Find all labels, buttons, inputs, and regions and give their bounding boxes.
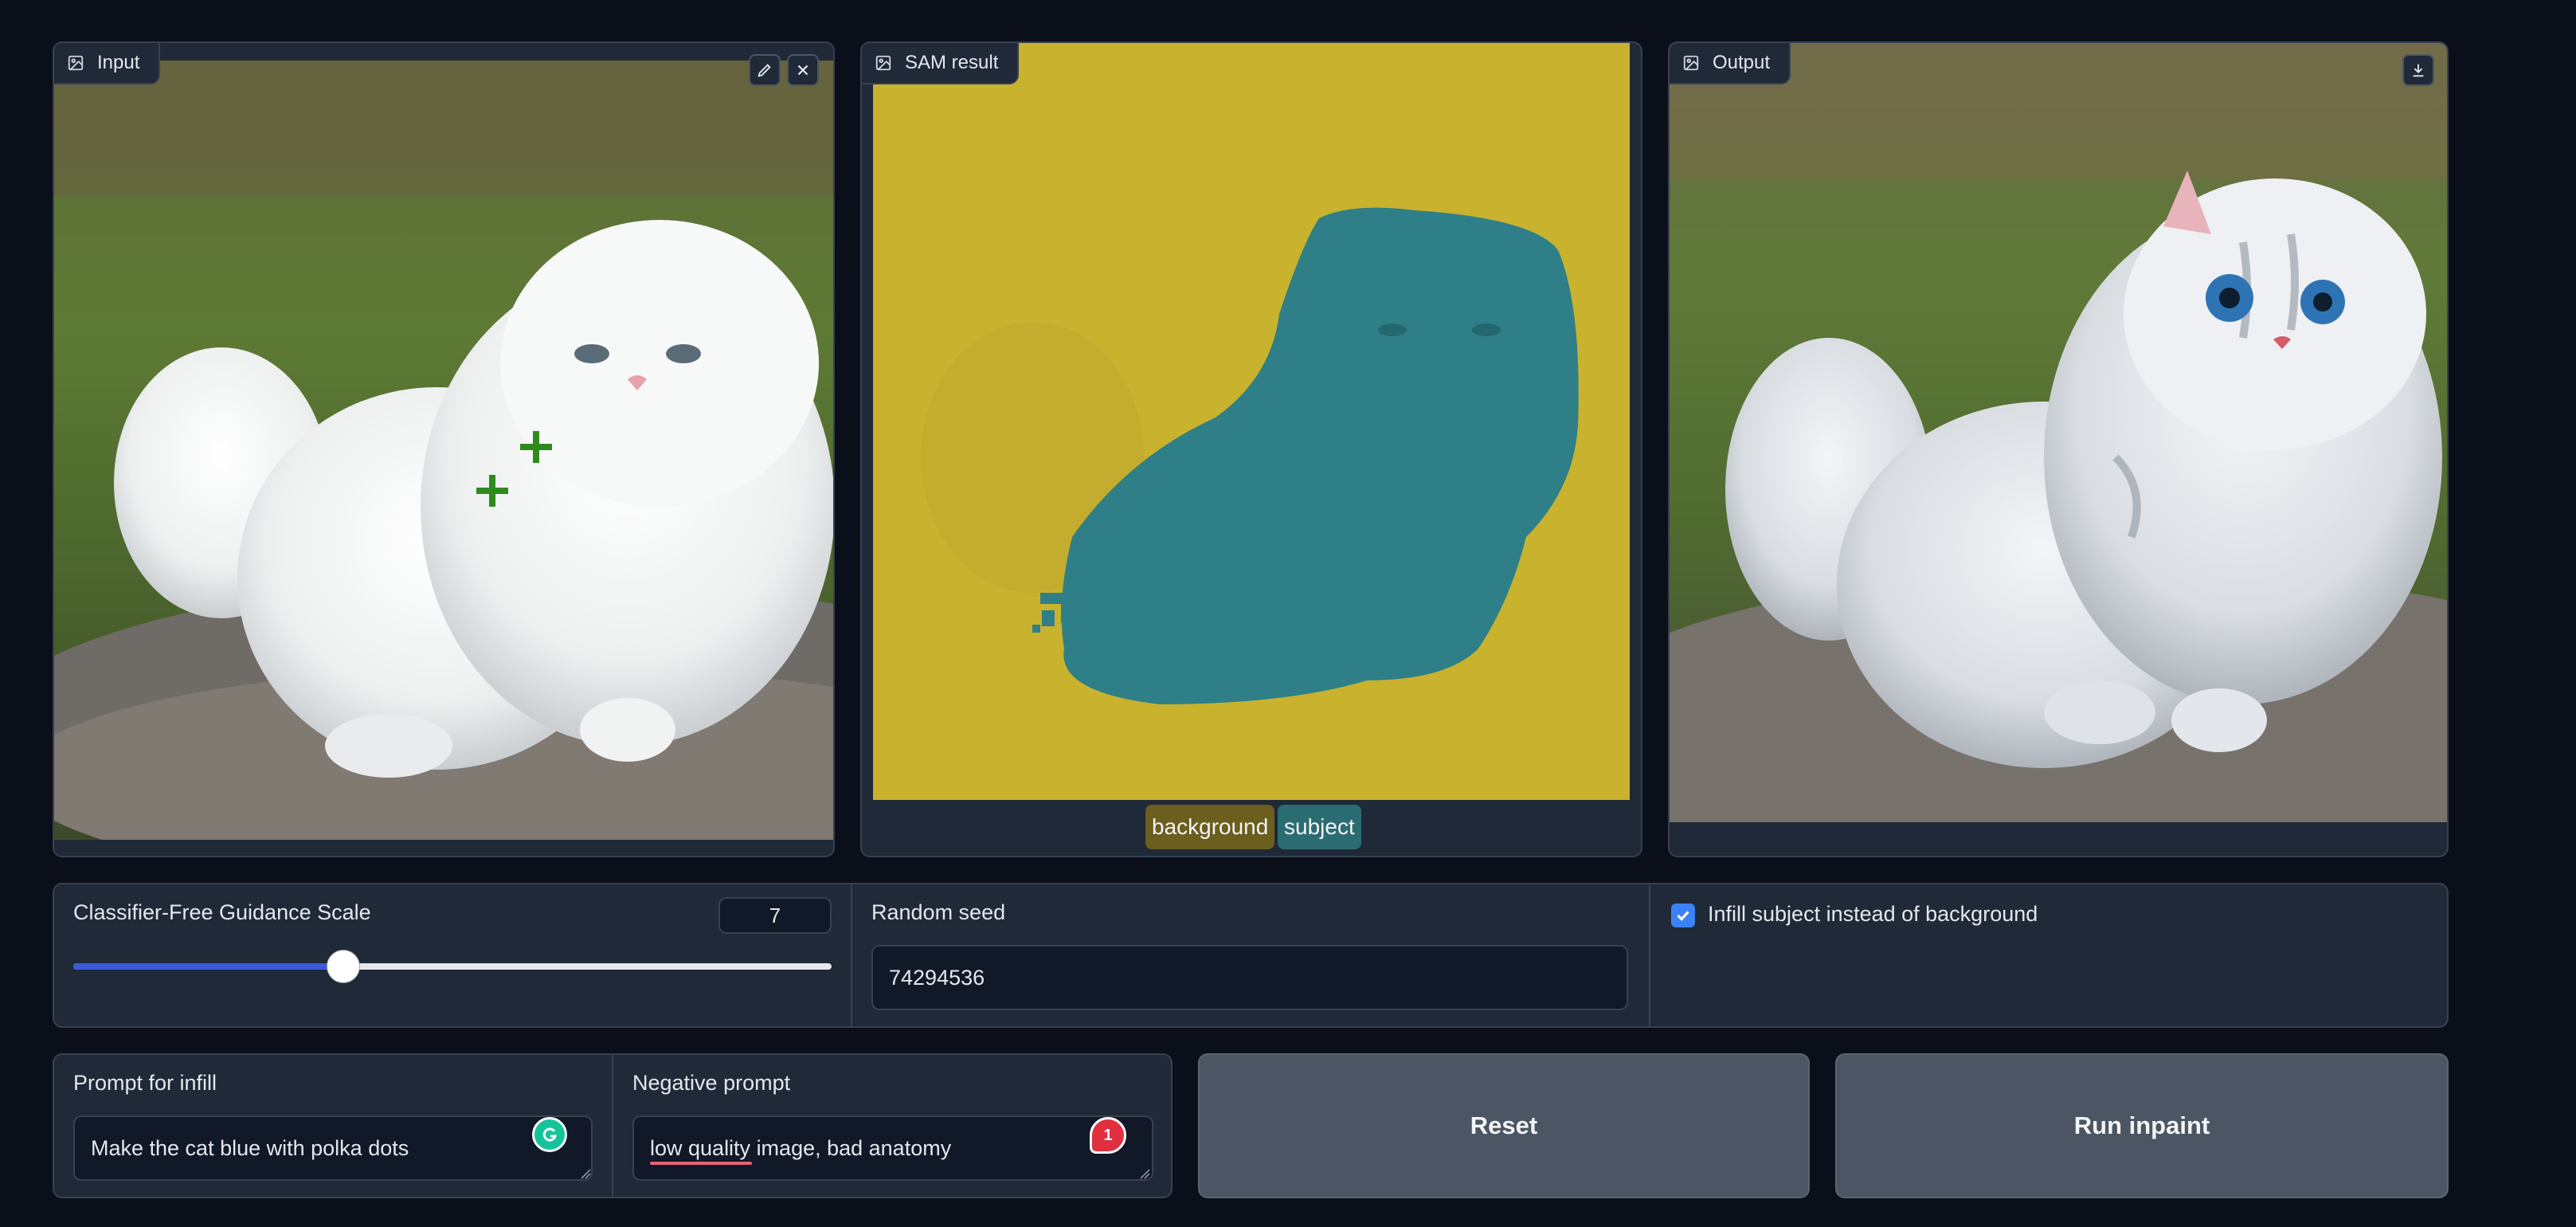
controls-panel: Classifier-Free Guidance Scale 7 Random … <box>53 883 2449 1028</box>
cfg-number-input[interactable]: 7 <box>718 897 832 934</box>
sam-result-label: SAM result <box>862 43 1020 84</box>
seed-input[interactable]: 74294536 <box>871 945 1628 1010</box>
download-icon <box>2413 64 2424 77</box>
output-label-text: Output <box>1713 52 1771 73</box>
edit-button[interactable] <box>749 54 781 86</box>
prompt-textarea[interactable]: Make the cat blue with polka dots <box>73 1115 593 1181</box>
prompts-divider <box>612 1055 613 1197</box>
close-icon <box>797 65 808 76</box>
input-image-panel: Input <box>53 41 835 857</box>
legend-background: background <box>1145 805 1275 849</box>
legend-subject: subject <box>1278 805 1361 849</box>
grammarly-alert-count: 1 <box>1103 1126 1113 1144</box>
prompt-label: Prompt for infill <box>73 1071 217 1095</box>
grammarly-icon[interactable] <box>532 1117 567 1152</box>
image-icon <box>68 55 84 71</box>
checkmark-icon <box>1677 911 1689 921</box>
run-inpaint-button[interactable]: Run inpaint <box>1835 1053 2449 1198</box>
sam-result-panel: SAM result background subject <box>860 41 1642 857</box>
controls-divider-1 <box>851 884 852 1026</box>
controls-divider-2 <box>1649 884 1650 1026</box>
output-panel: Output <box>1668 41 2449 857</box>
input-label-text: Input <box>97 52 140 73</box>
clear-button[interactable] <box>787 54 819 86</box>
cfg-slider[interactable] <box>73 950 832 985</box>
grammarly-alert-icon[interactable]: 1 <box>1090 1117 1126 1154</box>
output-label: Output <box>1670 43 1791 84</box>
negative-prompt-textarea[interactable]: low quality image, bad anatomy <box>632 1115 1153 1181</box>
input-image[interactable] <box>54 61 833 840</box>
infill-label[interactable]: Infill subject instead of background <box>1708 902 2038 927</box>
output-image <box>1670 43 2447 822</box>
prompt-text: Make the cat blue with polka dots <box>91 1135 409 1160</box>
sam-result-image <box>873 43 1630 800</box>
prompts-panel: Prompt for infill Make the cat blue with… <box>53 1053 1173 1198</box>
pencil-icon <box>758 64 771 77</box>
input-label: Input <box>54 43 161 84</box>
reset-button[interactable]: Reset <box>1198 1053 1810 1198</box>
seed-label: Random seed <box>871 900 1006 924</box>
cfg-slider-thumb[interactable] <box>326 950 360 983</box>
negative-prompt-resize-grip[interactable] <box>1139 1168 1150 1179</box>
prompt-resize-grip[interactable] <box>580 1168 591 1179</box>
download-button[interactable] <box>2402 54 2434 86</box>
sam-result-label-text: SAM result <box>905 52 999 73</box>
negative-prompt-text: low quality image, bad anatomy <box>650 1135 952 1160</box>
negative-prompt-label: Negative prompt <box>632 1071 791 1095</box>
spell-underline <box>650 1162 752 1165</box>
image-icon <box>1683 55 1699 71</box>
infill-checkbox[interactable] <box>1671 904 1695 927</box>
cfg-label: Classifier-Free Guidance Scale <box>73 900 371 924</box>
cfg-slider-fill <box>73 963 343 970</box>
image-icon <box>875 55 891 71</box>
